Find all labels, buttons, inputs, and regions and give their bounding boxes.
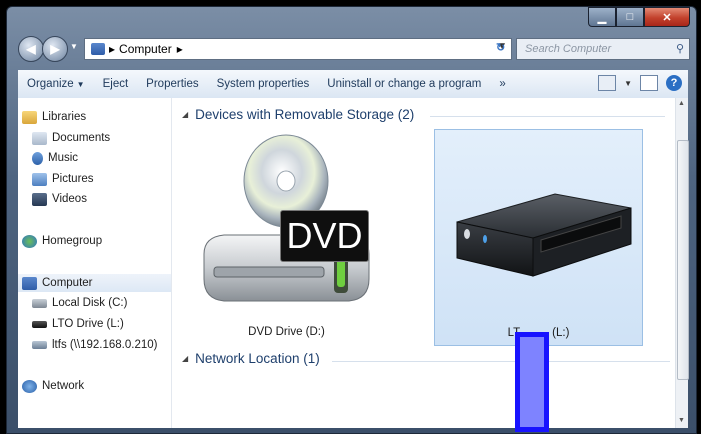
forward-button[interactable]: ▶ xyxy=(42,36,68,62)
sidebar-item-label: Libraries xyxy=(42,111,87,123)
tape-drive-icon xyxy=(456,193,632,277)
tile-label-end: (L:) xyxy=(552,327,570,339)
sidebar-item-libraries[interactable]: Libraries xyxy=(22,108,86,126)
tape-drive-icon xyxy=(32,320,47,328)
search-input[interactable]: Search Computer xyxy=(525,43,611,55)
change-view-icon[interactable] xyxy=(598,75,617,91)
address-separator[interactable]: ▸ xyxy=(177,42,183,56)
sidebar-item-label: Music xyxy=(48,152,79,164)
help-icon[interactable]: ? xyxy=(666,75,682,91)
documents-icon xyxy=(32,131,47,145)
videos-icon xyxy=(32,192,47,206)
recent-pages-icon[interactable]: ▼ xyxy=(70,42,78,51)
computer-icon xyxy=(22,276,37,290)
properties-button[interactable]: Properties xyxy=(137,78,207,90)
group-divider xyxy=(332,361,670,362)
group-header-network-location[interactable]: ◢ Network Location (1) xyxy=(182,351,320,366)
pictures-icon xyxy=(32,172,47,186)
collapse-triangle-icon[interactable]: ◢ xyxy=(182,354,188,363)
navigation-pane: Libraries Documents Music Pictures Video… xyxy=(18,98,172,428)
group-header-removable-storage[interactable]: ◢ Devices with Removable Storage (2) xyxy=(182,107,414,122)
collapse-triangle-icon[interactable]: ◢ xyxy=(182,110,188,119)
overlay-marker xyxy=(515,332,549,432)
window-controls: ▁ □ ✕ xyxy=(588,7,690,27)
address-segment-computer[interactable]: Computer xyxy=(119,42,172,56)
dvd-badge: DVD xyxy=(280,210,369,262)
organize-arrow-icon: ▼ xyxy=(76,80,85,89)
organize-label: Organize xyxy=(27,78,74,90)
preview-pane-icon[interactable] xyxy=(640,75,658,91)
sidebar-item-music[interactable]: Music xyxy=(32,149,78,167)
homegroup-icon xyxy=(22,234,37,248)
minimize-button[interactable]: ▁ xyxy=(588,7,616,27)
sidebar-item-label: Videos xyxy=(52,193,87,205)
sidebar-item-documents[interactable]: Documents xyxy=(32,129,110,147)
computer-icon xyxy=(91,43,105,55)
content-area: Libraries Documents Music Pictures Video… xyxy=(18,98,689,428)
network-icon xyxy=(22,379,37,393)
group-title: Devices with Removable Storage (2) xyxy=(195,107,415,122)
maximize-button[interactable]: □ xyxy=(616,7,644,27)
network-drive-icon xyxy=(32,341,47,349)
address-bar[interactable]: ▸ Computer ▸ ▼ xyxy=(84,38,512,60)
music-icon xyxy=(32,151,43,165)
eject-button[interactable]: Eject xyxy=(94,78,138,90)
sidebar-item-label: LTO Drive (L:) xyxy=(52,318,124,330)
tile-label: DVD Drive (D:) xyxy=(248,326,325,338)
scroll-down-icon[interactable]: ▼ xyxy=(678,417,685,424)
sidebar-item-computer[interactable]: Computer xyxy=(18,274,171,292)
sidebar-item-network[interactable]: Network xyxy=(22,377,84,395)
search-box[interactable]: Search Computer ⚲ xyxy=(516,38,690,60)
sidebar-item-homegroup[interactable]: Homegroup xyxy=(22,232,102,250)
sidebar-item-label: Computer xyxy=(42,277,93,289)
organize-button[interactable]: Organize ▼ xyxy=(18,78,94,90)
refresh-icon[interactable]: ↻ xyxy=(496,41,505,54)
sidebar-item-lto-drive[interactable]: LTO Drive (L:) xyxy=(32,315,124,333)
sidebar-item-label: Documents xyxy=(52,132,111,144)
sidebar-item-local-disk[interactable]: Local Disk (C:) xyxy=(32,294,127,312)
uninstall-program-button[interactable]: Uninstall or change a program xyxy=(318,78,490,90)
hard-disk-icon xyxy=(32,298,47,308)
address-separator: ▸ xyxy=(109,42,116,56)
vertical-scrollbar[interactable]: ▲ ▼ xyxy=(675,98,689,428)
group-divider xyxy=(430,116,665,117)
back-button[interactable]: ◀ xyxy=(18,36,44,62)
more-commands-button[interactable]: » xyxy=(490,78,514,90)
drive-tile-dvd[interactable]: DVD DVD Drive (D:) xyxy=(184,129,389,344)
scrollbar-thumb[interactable] xyxy=(677,140,689,380)
command-bar: Organize ▼ Eject Properties System proper… xyxy=(18,70,688,99)
navigation-bar: ◀ ▶ ▼ ▸ Computer ▸ ▼ ↻ Search Computer ⚲ xyxy=(18,36,691,62)
sidebar-item-label: ltfs (\\192.168.0.210) xyxy=(52,339,158,351)
sidebar-item-label: Network xyxy=(42,380,85,392)
search-icon[interactable]: ⚲ xyxy=(676,42,684,55)
file-list-pane: ◢ Devices with Removable Storage (2) DVD… xyxy=(172,98,677,428)
sidebar-item-ltfs-network-drive[interactable]: ltfs (\\192.168.0.210) xyxy=(32,336,157,354)
sidebar-item-label: Homegroup xyxy=(42,235,103,247)
sidebar-item-pictures[interactable]: Pictures xyxy=(32,170,94,188)
libraries-icon xyxy=(22,110,37,124)
sidebar-item-videos[interactable]: Videos xyxy=(32,190,87,208)
close-button[interactable]: ✕ xyxy=(644,7,690,27)
drive-tile-lto[interactable]: LT (L:) xyxy=(434,129,643,346)
view-controls: ▼ ? xyxy=(598,75,682,91)
system-properties-button[interactable]: System properties xyxy=(208,78,319,90)
group-title: Network Location (1) xyxy=(195,351,320,366)
scroll-up-icon[interactable]: ▲ xyxy=(678,100,685,107)
view-dropdown-icon[interactable]: ▼ xyxy=(624,79,632,88)
sidebar-item-label: Pictures xyxy=(52,173,94,185)
sidebar-item-label: Local Disk (C:) xyxy=(52,297,128,309)
